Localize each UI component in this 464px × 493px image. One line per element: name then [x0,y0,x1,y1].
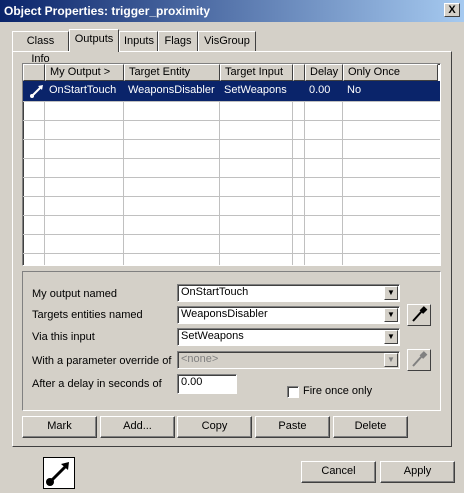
title-bar: Object Properties: trigger_proximity X [0,0,464,22]
param-select[interactable]: <none> ▼ [177,351,400,369]
column-header-spacer[interactable] [293,64,305,81]
delay-input[interactable]: 0.00 [177,374,237,394]
delete-button[interactable]: Delete [333,416,408,438]
apply-button[interactable]: Apply [380,461,455,483]
mark-button[interactable]: Mark [22,416,97,438]
chevron-down-icon[interactable]: ▼ [384,286,398,300]
column-header-target-input[interactable]: Target Input [220,64,293,81]
outputs-list[interactable]: My Output > Target Entity Target Input D… [22,63,441,266]
eyedropper-button[interactable] [407,304,431,326]
cell-target: WeaponsDisabler [128,84,215,96]
fire-once-checkbox[interactable] [287,386,299,398]
table-row[interactable]: OnStartTouch WeaponsDisabler SetWeapons … [23,81,440,101]
column-header-my-output[interactable]: My Output > [45,64,124,81]
output-select[interactable]: OnStartTouch ▼ [177,284,400,302]
paste-button[interactable]: Paste [255,416,330,438]
cell-output: OnStartTouch [49,84,117,96]
tab-visgroup[interactable]: VisGroup [198,31,256,51]
chevron-down-icon[interactable]: ▼ [384,353,398,367]
tab-inputs[interactable]: Inputs [119,31,158,51]
eyedropper-button-disabled[interactable] [407,349,431,371]
column-header-icon[interactable] [23,64,45,81]
chevron-down-icon[interactable]: ▼ [384,330,398,344]
column-header-target-entity[interactable]: Target Entity [124,64,220,81]
window-title: Object Properties: trigger_proximity [4,4,211,18]
cancel-button[interactable]: Cancel [301,461,376,483]
cell-delay: 0.00 [309,84,331,96]
cell-once: No [347,84,362,96]
arrow-connection-icon [25,81,43,100]
column-header-delay[interactable]: Delay [305,64,343,81]
input-label: Via this input [32,331,95,343]
column-header-only-once[interactable]: Only Once [343,64,438,81]
delay-label: After a delay in seconds of [32,378,162,390]
cell-input: SetWeapons [224,84,287,96]
close-button[interactable]: X [444,3,460,17]
param-label: With a parameter override of [32,355,172,367]
output-label: My output named [32,288,117,300]
add-button[interactable]: Add... [100,416,175,438]
fire-once-label: Fire once only [303,385,373,397]
tab-class-info[interactable]: Class Info [12,31,69,65]
input-select[interactable]: SetWeapons ▼ [177,328,400,346]
tab-flags[interactable]: Flags [158,31,198,51]
arrow-connection-icon [43,457,75,489]
eyedropper-icon [412,351,428,367]
targets-select[interactable]: WeaponsDisabler ▼ [177,306,400,324]
eyedropper-icon [412,306,428,322]
copy-button[interactable]: Copy [177,416,252,438]
targets-label: Targets entities named [32,309,143,321]
tab-outputs[interactable]: Outputs [69,29,119,52]
chevron-down-icon[interactable]: ▼ [384,308,398,322]
